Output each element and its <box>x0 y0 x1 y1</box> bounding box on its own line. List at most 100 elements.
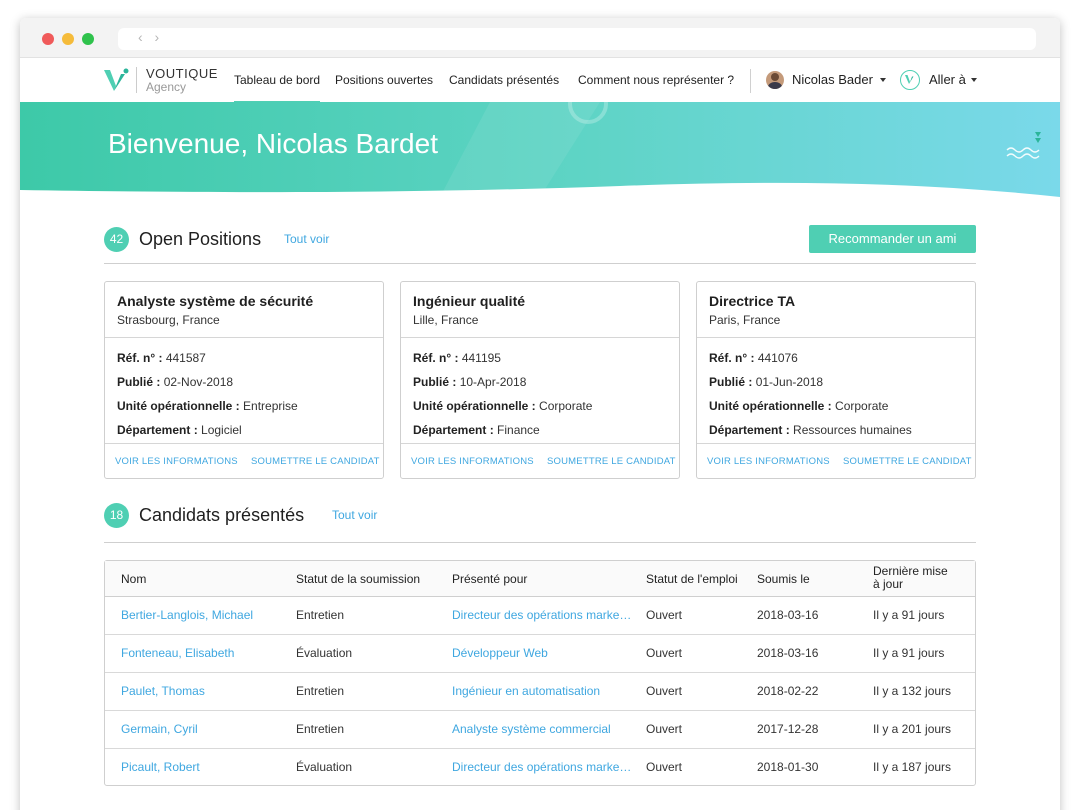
back-forward-icon[interactable]: ‹ › <box>138 29 163 45</box>
position-card: Ingénieur qualité Lille, France Réf. n° … <box>400 281 680 479</box>
candidate-name-link[interactable]: Fonteneau, Elisabeth <box>121 646 286 660</box>
view-details-link[interactable]: VOIR LES INFORMATIONS <box>707 456 830 467</box>
candidate-name-link[interactable]: Picault, Robert <box>121 760 286 774</box>
submission-status: Évaluation <box>296 646 353 660</box>
submitted-date: 2018-01-30 <box>757 760 819 774</box>
unit-value: Corporate <box>539 399 593 413</box>
department-label: Département : <box>709 423 790 437</box>
job-status: Ouvert <box>646 646 683 660</box>
column-header-presented-for[interactable]: Présenté pour <box>452 572 527 586</box>
unit-label: Unité opérationnelle : <box>117 399 240 413</box>
position-title: Directrice TA <box>709 293 796 309</box>
address-bar[interactable] <box>118 28 1036 50</box>
view-details-link[interactable]: VOIR LES INFORMATIONS <box>411 456 534 467</box>
open-positions-count-badge: 42 <box>104 227 129 252</box>
unit-label: Unité opérationnelle : <box>413 399 536 413</box>
submit-candidate-link[interactable]: SOUMETTRE LE CANDIDAT <box>547 456 676 467</box>
presented-for-link[interactable]: Directeur des opérations marketing <box>452 760 632 774</box>
presented-for-link[interactable]: Directeur des opérations marketing <box>452 608 632 622</box>
user-menu-name[interactable]: Nicolas Bader <box>792 72 873 87</box>
unit-label: Unité opérationnelle : <box>709 399 832 413</box>
ref-value: 441587 <box>165 351 206 365</box>
position-location: Strasbourg, France <box>117 313 220 327</box>
table-row: Bertier-Langlois, Michael Entretien Dire… <box>105 597 975 635</box>
last-updated: Il y a 132 jours <box>873 684 952 698</box>
top-navigation: VOUTIQUE Agency Tableau de bord Position… <box>20 58 1060 103</box>
published-value: 01-Jun-2018 <box>755 375 824 389</box>
column-header-submitted[interactable]: Soumis le <box>757 572 810 586</box>
presented-for-link[interactable]: Ingénieur en automatisation <box>452 684 632 698</box>
table-header: Nom Statut de la soumission Présenté pou… <box>105 561 975 597</box>
table-row: Paulet, Thomas Entretien Ingénieur en au… <box>105 673 975 711</box>
position-card: Directrice TA Paris, France Réf. n° : 44… <box>696 281 976 479</box>
maximize-window-button[interactable] <box>82 33 94 45</box>
user-menu-chevron-down-icon[interactable] <box>880 78 886 82</box>
welcome-banner: Bienvenue, Nicolas Bardet <box>20 102 1060 202</box>
column-header-name[interactable]: Nom <box>121 572 146 586</box>
submit-candidate-link[interactable]: SOUMETTRE LE CANDIDAT <box>843 456 972 467</box>
candidate-name-link[interactable]: Paulet, Thomas <box>121 684 286 698</box>
position-location: Paris, France <box>709 313 781 327</box>
job-status: Ouvert <box>646 760 683 774</box>
submitted-date: 2018-03-16 <box>757 646 819 660</box>
candidates-table: Nom Statut de la soumission Présenté pou… <box>104 560 976 786</box>
ref-value: 441076 <box>757 351 798 365</box>
browser-window: ‹ › VOUTIQUE Agency Tableau de bord Posi… <box>20 18 1060 810</box>
submission-status: Entretien <box>296 684 345 698</box>
column-header-status[interactable]: Statut de la soumission <box>296 572 420 586</box>
welcome-title: Bienvenue, Nicolas Bardet <box>108 128 438 159</box>
department-value: Ressources humaines <box>793 423 912 437</box>
ref-label: Réf. n° : <box>709 351 755 365</box>
last-updated-line-1: Dernière mise <box>873 564 948 578</box>
candidate-name-link[interactable]: Bertier-Langlois, Michael <box>121 608 286 622</box>
published-value: 02-Nov-2018 <box>163 375 234 389</box>
table-row: Germain, Cyril Entretien Analyste systèm… <box>105 711 975 749</box>
open-positions-title: Open Positions <box>139 229 262 249</box>
job-status: Ouvert <box>646 722 683 736</box>
unit-value: Entreprise <box>243 399 298 413</box>
recommend-friend-button[interactable]: Recommander un ami <box>809 225 976 253</box>
nav-link-dashboard[interactable]: Tableau de bord <box>234 73 321 103</box>
position-title: Analyste système de sécurité <box>117 293 314 309</box>
position-card: Analyste système de sécurité Strasbourg,… <box>104 281 384 479</box>
candidates-count-badge: 18 <box>104 503 129 528</box>
logo-divider <box>136 67 137 93</box>
candidate-name-link[interactable]: Germain, Cyril <box>121 722 286 736</box>
view-details-link[interactable]: VOIR LES INFORMATIONS <box>115 456 238 467</box>
ref-value: 441195 <box>461 351 501 365</box>
department-value: Finance <box>497 423 540 437</box>
submitted-date: 2017-12-28 <box>757 722 819 736</box>
presented-for-link[interactable]: Analyste système commercial <box>452 722 632 736</box>
last-updated: Il y a 187 jours <box>873 760 952 774</box>
position-location: Lille, France <box>413 313 479 327</box>
department-label: Département : <box>117 423 198 437</box>
published-value: 10-Apr-2018 <box>459 375 527 389</box>
department-label: Département : <box>413 423 494 437</box>
column-header-job-status[interactable]: Statut de l'emploi <box>646 572 738 586</box>
submit-candidate-link[interactable]: SOUMETTRE LE CANDIDAT <box>251 456 380 467</box>
nav-link-how-to-represent[interactable]: Comment nous représenter ? <box>578 73 734 87</box>
nav-link-open-positions[interactable]: Positions ouvertes <box>335 73 433 87</box>
candidates-see-all-link[interactable]: Tout voir <box>332 508 377 522</box>
submission-status: Évaluation <box>296 760 353 774</box>
last-updated: Il y a 201 jours <box>873 722 952 736</box>
open-positions-see-all-link[interactable]: Tout voir <box>284 232 329 246</box>
published-label: Publié : <box>117 375 161 389</box>
column-header-last-updated[interactable]: Dernière mise à jour <box>873 565 948 591</box>
presented-for-link[interactable]: Développeur Web <box>452 646 632 660</box>
goto-menu-label[interactable]: Aller à <box>929 72 966 87</box>
goto-menu-chevron-down-icon[interactable] <box>971 78 977 82</box>
job-status: Ouvert <box>646 608 683 622</box>
close-window-button[interactable] <box>42 33 54 45</box>
submitted-date: 2018-02-22 <box>757 684 819 698</box>
brand-name: VOUTIQUE <box>146 66 218 81</box>
brand-subtitle: Agency <box>146 80 187 94</box>
nav-link-presented-candidates[interactable]: Candidats présentés <box>449 73 559 87</box>
browser-titlebar: ‹ › <box>20 18 1060 58</box>
goto-logo-icon[interactable] <box>900 70 920 90</box>
voutique-logo-icon[interactable] <box>104 68 130 92</box>
user-avatar[interactable] <box>766 71 784 89</box>
minimize-window-button[interactable] <box>62 33 74 45</box>
last-updated-line-2: à jour <box>873 577 904 591</box>
candidates-title: Candidats présentés <box>139 505 305 525</box>
